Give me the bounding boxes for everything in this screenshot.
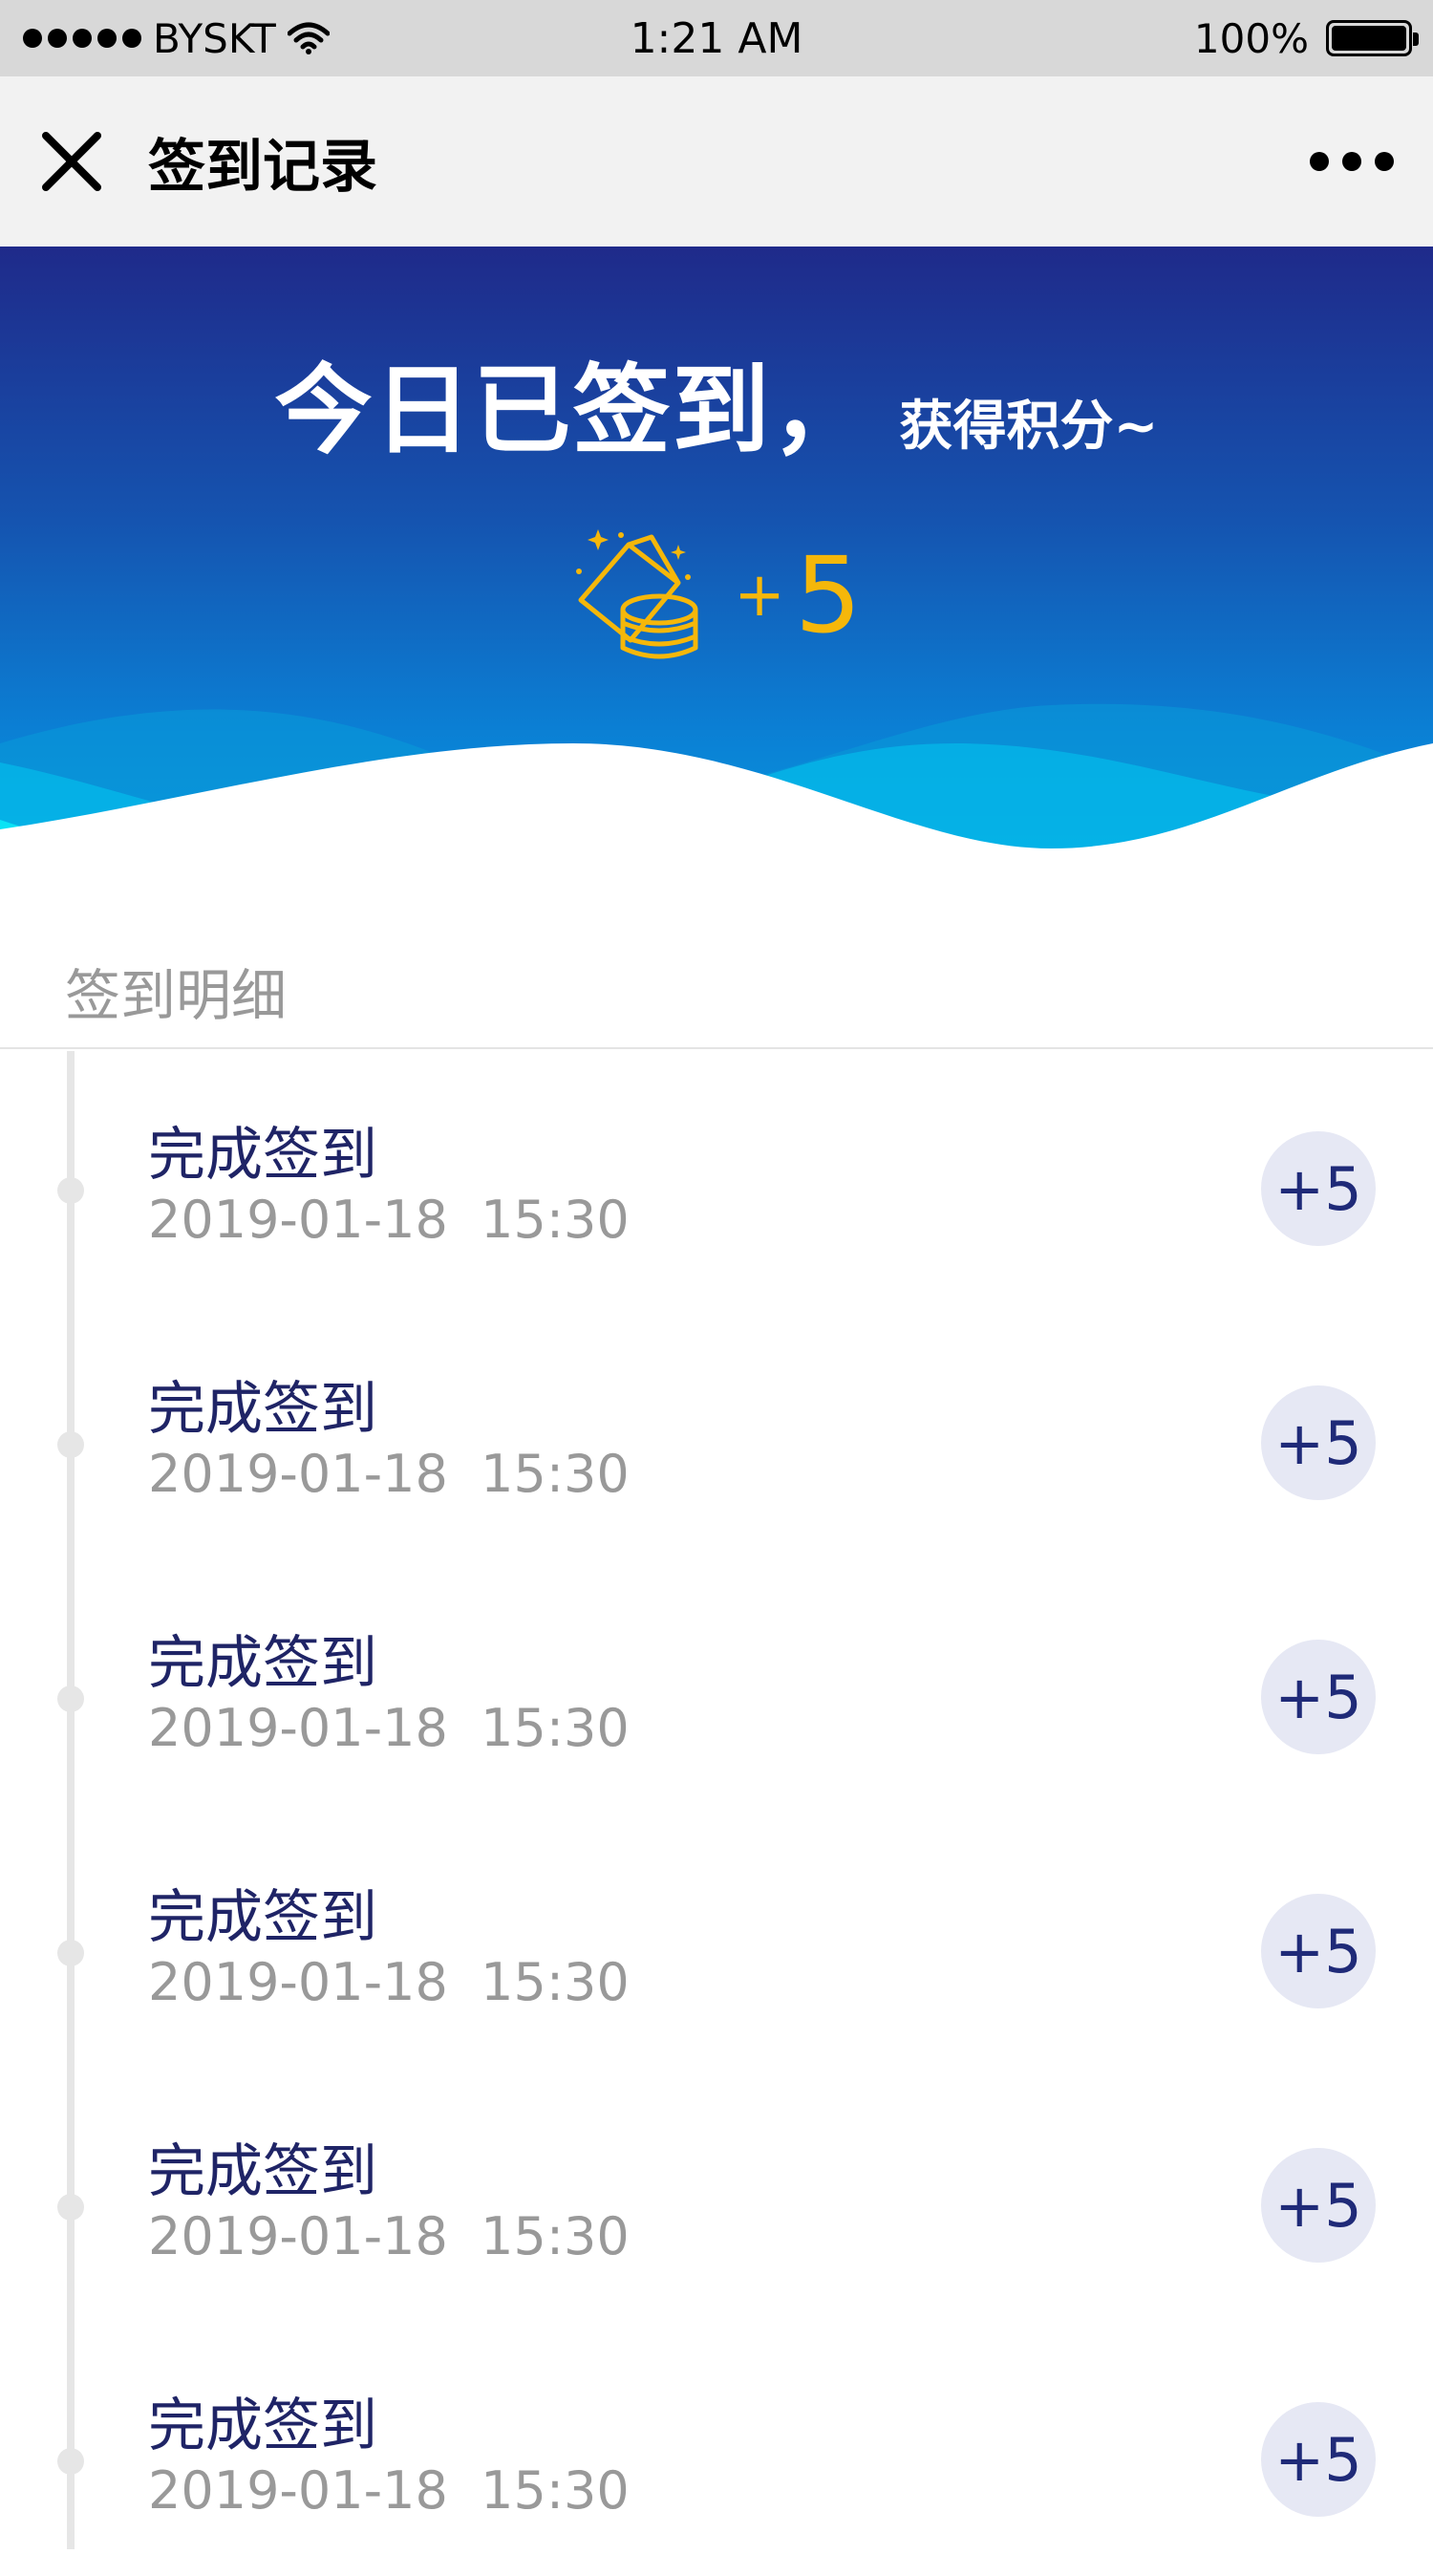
points-badge: +5 <box>1261 1894 1376 2008</box>
close-icon <box>42 132 101 191</box>
points-earned: + 5 <box>734 534 862 656</box>
record-datetime: 2019-01-18 15:30 <box>148 1952 630 2012</box>
close-button[interactable] <box>29 118 115 204</box>
battery-percent: 100% <box>1193 14 1309 62</box>
record-title: 完成签到 <box>148 1884 377 1951</box>
checkin-record-list: 完成签到 2019-01-18 15:30 +5 完成签到 2019-01-18… <box>0 1051 1433 2549</box>
points-plus: + <box>734 560 785 631</box>
points-badge: +5 <box>1261 1640 1376 1754</box>
list-item[interactable]: 完成签到 2019-01-18 15:30 +5 <box>0 1051 1433 1305</box>
points-badge: +5 <box>1261 2402 1376 2517</box>
battery-icon <box>1326 20 1419 56</box>
timeline-dot <box>57 1177 84 1204</box>
hero-subtitle: 获得积分~ <box>899 396 1159 458</box>
more-icon <box>1310 152 1329 171</box>
coins-card-icon <box>576 529 698 659</box>
timeline-dot <box>57 1685 84 1712</box>
status-bar: BYSKT 1:21 AM 100% <box>0 0 1433 76</box>
record-datetime: 2019-01-18 15:30 <box>148 1698 630 1758</box>
record-title: 完成签到 <box>148 1122 377 1189</box>
record-datetime: 2019-01-18 15:30 <box>148 2460 630 2521</box>
nav-bar: 签到记录 <box>0 76 1433 247</box>
list-item[interactable]: 完成签到 2019-01-18 15:30 +5 <box>0 1305 1433 1559</box>
page-title: 签到记录 <box>148 133 377 201</box>
list-item[interactable]: 完成签到 2019-01-18 15:30 +5 <box>0 1559 1433 1814</box>
more-button[interactable] <box>1299 128 1404 195</box>
checkin-hero: 今日已签到， 获得积分~ + 5 <box>0 247 1433 934</box>
wave-decoration <box>0 703 1433 934</box>
timeline-dot <box>57 1940 84 1966</box>
record-title: 完成签到 <box>148 2393 377 2459</box>
timeline-dot <box>57 1431 84 1458</box>
record-title: 完成签到 <box>148 1376 377 1443</box>
points-value: 5 <box>794 534 862 656</box>
status-right: 100% <box>1193 0 1419 76</box>
points-badge: +5 <box>1261 1385 1376 1500</box>
record-title: 完成签到 <box>148 1630 377 1697</box>
record-title: 完成签到 <box>148 2138 377 2205</box>
points-badge: +5 <box>1261 2148 1376 2263</box>
timeline-dot <box>57 2448 84 2475</box>
points-badge: +5 <box>1261 1131 1376 1246</box>
list-item[interactable]: 完成签到 2019-01-18 15:30 +5 <box>0 2322 1433 2576</box>
hero-heading: 今日已签到， 获得积分~ <box>0 333 1433 473</box>
record-datetime: 2019-01-18 15:30 <box>148 2206 630 2266</box>
record-datetime: 2019-01-18 15:30 <box>148 1190 630 1250</box>
record-datetime: 2019-01-18 15:30 <box>148 1444 630 1504</box>
timeline-dot <box>57 2194 84 2221</box>
section-title: 签到明细 <box>0 934 1433 1049</box>
hero-title: 今日已签到， <box>274 354 871 468</box>
hero-points: + 5 <box>0 524 1433 667</box>
list-item[interactable]: 完成签到 2019-01-18 15:30 +5 <box>0 1814 1433 2068</box>
list-item[interactable]: 完成签到 2019-01-18 15:30 +5 <box>0 2068 1433 2322</box>
